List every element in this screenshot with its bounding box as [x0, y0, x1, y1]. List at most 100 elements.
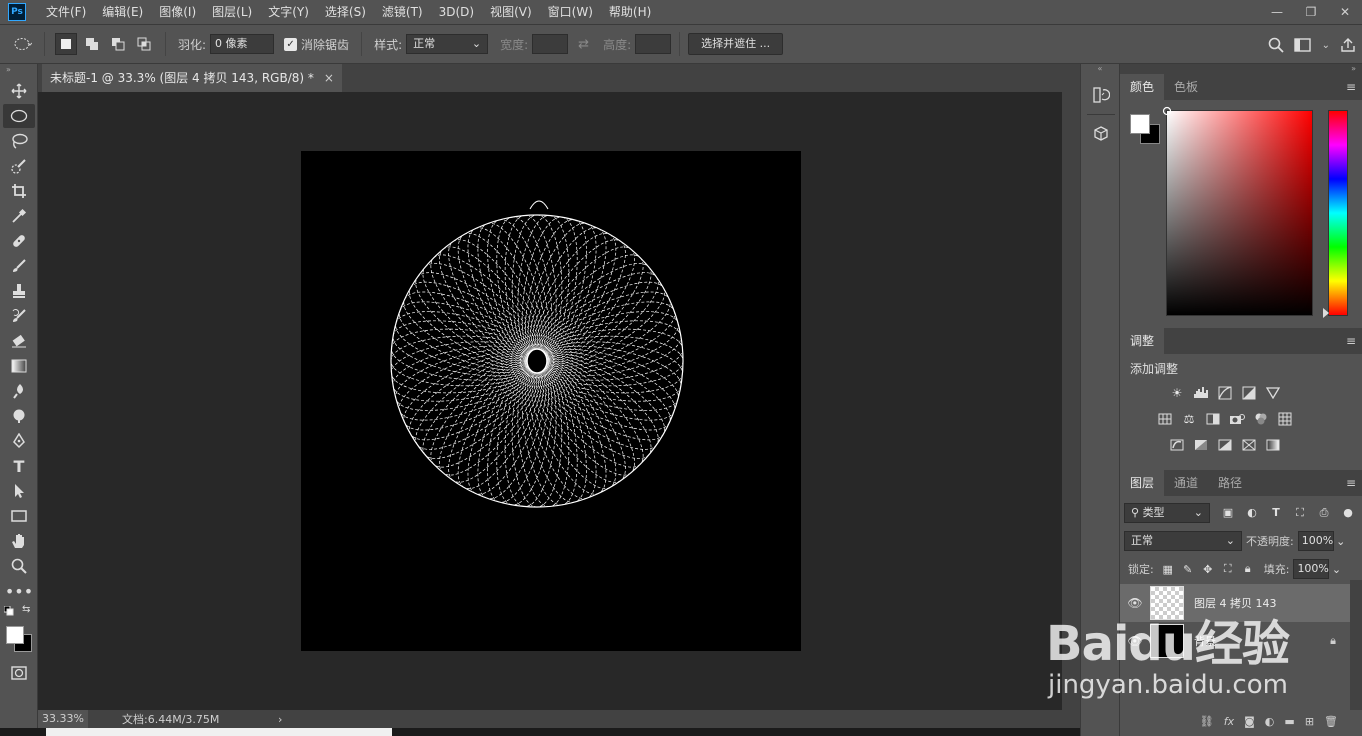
new-selection-icon[interactable] [55, 33, 77, 55]
move-tool-icon[interactable] [3, 79, 35, 103]
workspace-icon[interactable] [1293, 38, 1312, 52]
hue-slider[interactable] [1323, 110, 1348, 318]
tab-paths[interactable]: 路径 [1208, 470, 1252, 496]
chevron-down-icon[interactable]: ⌄ [1329, 563, 1343, 576]
lock-all-icon[interactable]: 🔒︎ [1238, 562, 1258, 576]
canvas-area[interactable] [38, 92, 1062, 710]
quick-mask-icon[interactable] [3, 661, 35, 685]
foreground-color-swatch[interactable] [1130, 114, 1150, 134]
add-to-selection-icon[interactable] [81, 33, 103, 55]
filter-toggle-icon[interactable]: ● [1338, 506, 1358, 520]
search-icon[interactable] [1268, 37, 1284, 53]
path-selection-tool-icon[interactable] [3, 479, 35, 503]
color-picker-handle-icon[interactable] [1162, 106, 1172, 116]
collapse-icon[interactable]: « [1081, 64, 1119, 76]
type-tool-icon[interactable]: T [3, 454, 35, 478]
filter-pixel-icon[interactable]: ▣ [1218, 506, 1238, 520]
pen-tool-icon[interactable] [3, 429, 35, 453]
black-white-icon[interactable] [1204, 410, 1222, 428]
filter-adjustment-icon[interactable]: ◐ [1242, 506, 1262, 520]
threshold-icon[interactable] [1216, 436, 1234, 454]
eyedropper-tool-icon[interactable] [3, 204, 35, 228]
close-button[interactable]: ✕ [1328, 0, 1362, 24]
tab-layers[interactable]: 图层 [1120, 470, 1165, 496]
vibrance-icon[interactable] [1264, 384, 1282, 402]
gradient-map-icon[interactable] [1264, 436, 1282, 454]
hue-saturation-icon[interactable] [1156, 410, 1174, 428]
tab-swatches[interactable]: 色板 [1164, 74, 1208, 100]
posterize-icon[interactable] [1192, 436, 1210, 454]
add-mask-icon[interactable]: ◙ [1244, 715, 1255, 728]
tab-adjustments[interactable]: 调整 [1120, 328, 1165, 354]
filter-smart-object-icon[interactable]: ⎙ [1314, 506, 1334, 520]
hue-slider-handle-icon[interactable] [1323, 308, 1331, 318]
select-and-mask-button[interactable]: 选择并遮住 ... [688, 33, 784, 55]
brush-tool-icon[interactable] [3, 254, 35, 278]
eye-icon[interactable]: 👁︎ [1120, 596, 1150, 610]
fx-icon[interactable]: fx [1224, 715, 1234, 728]
default-colors-icon[interactable] [4, 606, 14, 616]
eye-icon[interactable]: 👁︎ [1120, 634, 1150, 648]
swap-dimensions-icon[interactable]: ⇄ [578, 37, 589, 52]
color-lookup-icon[interactable] [1276, 410, 1294, 428]
photo-filter-icon[interactable] [1228, 410, 1246, 428]
3d-panel-icon[interactable] [1087, 121, 1115, 147]
lock-image-icon[interactable]: ✎ [1178, 563, 1198, 576]
history-panel-icon[interactable] [1087, 82, 1115, 108]
new-group-icon[interactable]: ▬ [1284, 715, 1294, 728]
feather-input[interactable]: 0 像素 [210, 34, 275, 54]
intersect-selection-icon[interactable] [133, 33, 155, 55]
vertical-scrollbar[interactable] [1062, 92, 1080, 710]
filter-shape-icon[interactable]: ⛶ [1290, 506, 1310, 520]
zoom-level-field[interactable]: 33.33% [38, 710, 88, 728]
panel-menu-icon[interactable]: ≡ [1346, 328, 1356, 354]
status-menu-arrow-icon[interactable]: › [278, 713, 282, 726]
document-canvas[interactable] [301, 151, 801, 651]
menu-item-9[interactable]: 窗口(W) [540, 0, 601, 24]
collapse-icon[interactable]: » [1120, 64, 1362, 74]
elliptical-marquee-tool-icon[interactable] [3, 104, 35, 128]
minimize-button[interactable]: — [1260, 0, 1294, 24]
blend-mode-select[interactable]: 正常 ⌄ [1124, 531, 1242, 551]
style-select[interactable]: 正常 ⌄ [406, 34, 489, 54]
dodge-tool-icon[interactable] [3, 404, 35, 428]
layers-scrollbar[interactable] [1350, 580, 1362, 710]
zoom-tool-icon[interactable] [3, 554, 35, 578]
exposure-icon[interactable] [1240, 384, 1258, 402]
invert-icon[interactable] [1168, 436, 1186, 454]
panel-menu-icon[interactable]: ≡ [1346, 470, 1356, 496]
close-icon[interactable]: × [324, 64, 334, 92]
filter-type-icon[interactable]: T [1266, 506, 1286, 520]
width-input[interactable] [532, 34, 569, 54]
hand-tool-icon[interactable] [3, 529, 35, 553]
lock-artboard-icon[interactable]: ⛶ [1218, 562, 1238, 576]
menu-item-3[interactable]: 图层(L) [204, 0, 260, 24]
menu-item-2[interactable]: 图像(I) [151, 0, 204, 24]
clone-stamp-tool-icon[interactable] [3, 279, 35, 303]
rectangle-tool-icon[interactable] [3, 504, 35, 528]
crop-tool-icon[interactable] [3, 179, 35, 203]
blur-tool-icon[interactable] [3, 379, 35, 403]
document-tab[interactable]: 未标题-1 @ 33.3% (图层 4 拷贝 143, RGB/8) * × [42, 64, 342, 92]
lock-transparent-icon[interactable]: ▦ [1158, 563, 1178, 576]
antialias-checkbox[interactable]: ✓ [284, 37, 298, 51]
panel-menu-icon[interactable]: ≡ [1346, 74, 1356, 100]
collapse-icon[interactable]: » [0, 64, 37, 78]
menu-item-7[interactable]: 3D(D) [431, 0, 482, 24]
tab-channels[interactable]: 通道 [1164, 470, 1208, 496]
menu-item-6[interactable]: 滤镜(T) [374, 0, 431, 24]
layer-filter-select[interactable]: ⚲ 类型 ⌄ [1124, 503, 1210, 523]
channel-mixer-icon[interactable] [1252, 410, 1270, 428]
opacity-input[interactable]: 100% [1297, 531, 1334, 551]
share-icon[interactable] [1340, 37, 1356, 53]
color-balance-icon[interactable]: ⚖ [1180, 410, 1198, 428]
menu-item-10[interactable]: 帮助(H) [601, 0, 659, 24]
menu-item-4[interactable]: 文字(Y) [260, 0, 317, 24]
lasso-tool-icon[interactable] [3, 129, 35, 153]
history-brush-tool-icon[interactable] [3, 304, 35, 328]
tab-color[interactable]: 颜色 [1120, 74, 1165, 100]
color-picker-field[interactable] [1162, 106, 1313, 316]
menu-item-5[interactable]: 选择(S) [317, 0, 374, 24]
curves-icon[interactable] [1216, 384, 1234, 402]
chevron-down-icon[interactable]: ⌄ [1334, 535, 1348, 548]
